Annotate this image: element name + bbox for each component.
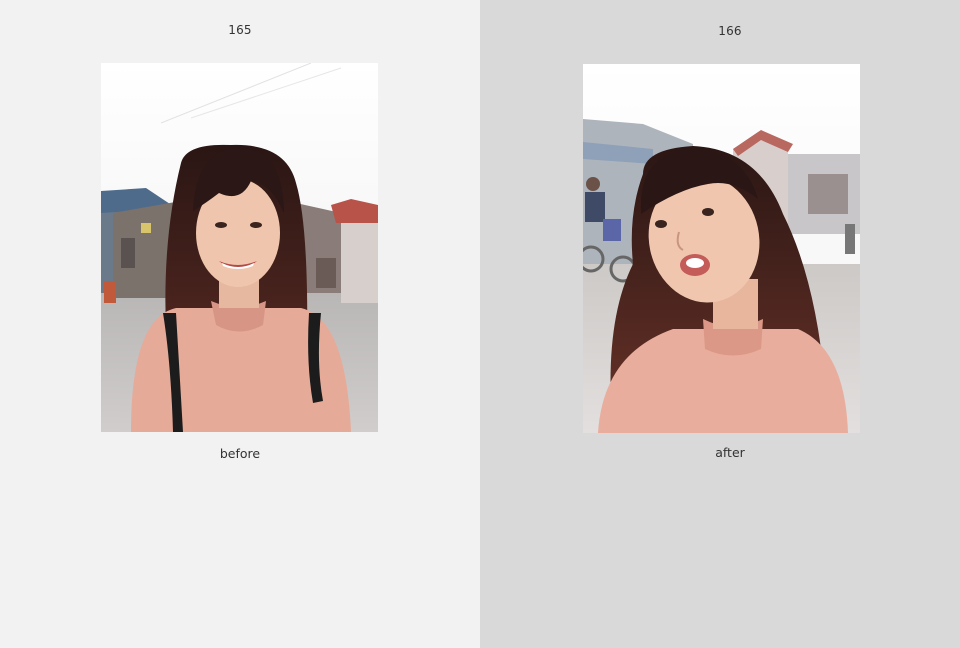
photo-caption: before (219, 446, 261, 461)
page-number: 165 (228, 23, 252, 37)
after-photo (583, 64, 860, 433)
photo-portrait-smiling-icon (101, 63, 378, 432)
page-number: 166 (718, 24, 742, 38)
left-page: 165 before (0, 0, 480, 648)
photo-portrait-close-up-icon (583, 64, 860, 433)
photo-caption: after (715, 445, 745, 460)
before-photo (101, 63, 378, 432)
right-page: 166 after (480, 0, 960, 648)
